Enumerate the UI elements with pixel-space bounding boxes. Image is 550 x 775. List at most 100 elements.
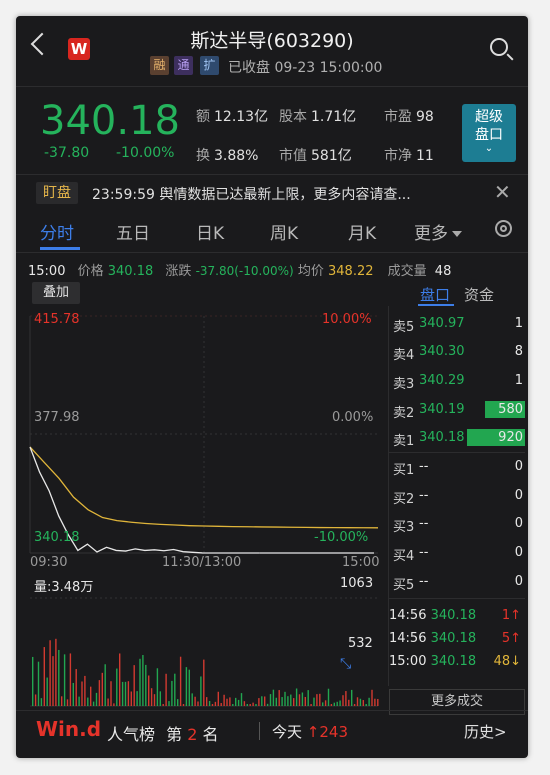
volume-bar (266, 703, 269, 706)
tab-more[interactable]: 更多 (414, 219, 462, 244)
pb-stat: 市净 11 (384, 148, 434, 164)
volume-bar (194, 696, 196, 706)
volume-bar (81, 681, 83, 706)
volume-bar (327, 688, 330, 706)
volume-bar (333, 702, 335, 706)
ask-row: 卖5 340.97 1 (393, 316, 523, 335)
price-change-pct: -10.00% (116, 145, 175, 161)
volume-bar (264, 696, 266, 706)
volume-bar (237, 699, 240, 706)
tab-orderbook[interactable]: 盘口 (420, 284, 450, 305)
volume-bar (342, 695, 344, 706)
volume-bar (46, 677, 48, 706)
info-vol: 48 (434, 264, 452, 279)
volume-bar (359, 698, 362, 706)
volume-bar (113, 703, 115, 706)
more-trades-button[interactable]: 更多成交 (389, 689, 525, 715)
pct-top-label: 10.00% (322, 312, 372, 327)
connect-tag: 通 (174, 56, 193, 75)
share-cap-stat: 股本 1.71亿 (279, 109, 357, 125)
trade-row: 15:00 340.18 48↓ (389, 654, 521, 669)
volume-bar (246, 704, 248, 706)
y-axis-top-label: 415.78 (34, 312, 80, 327)
volume-bar (322, 702, 324, 706)
tab-capital[interactable]: 资金 (464, 284, 494, 305)
volume-bar (226, 698, 228, 706)
volume-bar (124, 681, 127, 706)
volume-bar (284, 691, 286, 706)
tab-more-label: 更多 (414, 224, 448, 244)
bid-row: 买2 -- 0 (393, 488, 523, 507)
volume-bar (168, 701, 170, 706)
volume-bar (319, 693, 321, 706)
tab-five-day[interactable]: 五日 (116, 219, 150, 244)
tab-weekly-k[interactable]: 周K (270, 219, 298, 244)
margin-tag: 融 (150, 56, 169, 75)
tab-daily-k[interactable]: 日K (196, 219, 224, 244)
volume-bar (252, 702, 254, 706)
volume-bar (269, 694, 272, 706)
volume-bar (304, 696, 306, 706)
volume-bar (353, 704, 356, 706)
volume-bar (72, 682, 74, 706)
rank-prefix: 第 (166, 725, 183, 744)
trade-row: 14:56 340.18 5↑ (389, 631, 521, 646)
info-chg-label: 涨跌 (165, 264, 192, 279)
super-btn-line2: 盘口 (475, 127, 503, 143)
volume-bar (107, 698, 109, 706)
volume-bar (336, 701, 338, 706)
volume-bars (32, 638, 379, 706)
volume-bar (37, 661, 40, 706)
divider (16, 174, 528, 175)
volume-bar (348, 699, 350, 706)
tab-monthly-k[interactable]: 月K (348, 219, 376, 244)
watch-badge[interactable]: 盯盘 (36, 182, 78, 204)
volume-bar (316, 694, 318, 706)
amount-stat: 额 12.13亿 (196, 109, 269, 125)
chevron-down-icon: ⌄ (484, 143, 494, 154)
volume-bar (197, 701, 199, 706)
stock-title: 斯达半导(603290) (190, 30, 354, 52)
divider (389, 598, 525, 599)
volume-bar (142, 655, 144, 706)
close-icon[interactable]: ✕ (494, 180, 511, 204)
x-axis-end-label: 15:00 (342, 555, 380, 570)
volume-bar (90, 686, 92, 706)
info-price-label: 价格 (77, 264, 104, 279)
today-rank-change: 今天 ↑243 (272, 721, 348, 742)
divider (389, 452, 525, 453)
info-time: 15:00 (28, 264, 66, 279)
volume-bar (290, 694, 292, 706)
volume-bar (243, 701, 246, 706)
expand-icon[interactable]: ⤡ (340, 656, 351, 672)
intraday-chart (29, 315, 379, 707)
divider (259, 722, 260, 740)
volume-bar (365, 704, 367, 706)
alert-text[interactable]: 23:59:59 舆情数据已达最新上限，更多内容请查... (92, 184, 411, 204)
ask-row: 卖2 340.19 580 (393, 401, 525, 421)
volume-bar (272, 689, 275, 706)
settings-icon[interactable] (495, 220, 512, 237)
volume-bar (145, 664, 147, 706)
tab-intraday[interactable]: 分时 (40, 219, 74, 244)
volume-bar (229, 697, 231, 706)
market-status: 已收盘 09-23 15:00:00 (228, 60, 383, 76)
volume-bar (220, 703, 222, 706)
volume-bar (92, 701, 95, 706)
volume-bar (203, 659, 205, 706)
active-tab-indicator (40, 247, 80, 250)
super-orderbook-button[interactable]: 超级 盘口 ⌄ (462, 104, 516, 162)
volume-bar (159, 691, 161, 706)
market-cap-stat: 市值 581亿 (279, 148, 352, 164)
volume-bar (200, 676, 202, 706)
ask-row: 卖1 340.18 920 (393, 429, 525, 449)
volume-bar (324, 700, 327, 706)
volume-bar (153, 694, 156, 706)
volume-bar (130, 691, 132, 706)
search-icon[interactable] (490, 38, 508, 56)
popularity-rank[interactable]: 人气榜 第 2 名 (107, 721, 219, 745)
volume-bar (179, 656, 182, 706)
volume-bar (177, 699, 179, 706)
history-link[interactable]: 历史> (464, 721, 507, 742)
rank-number: 2 (187, 725, 198, 744)
